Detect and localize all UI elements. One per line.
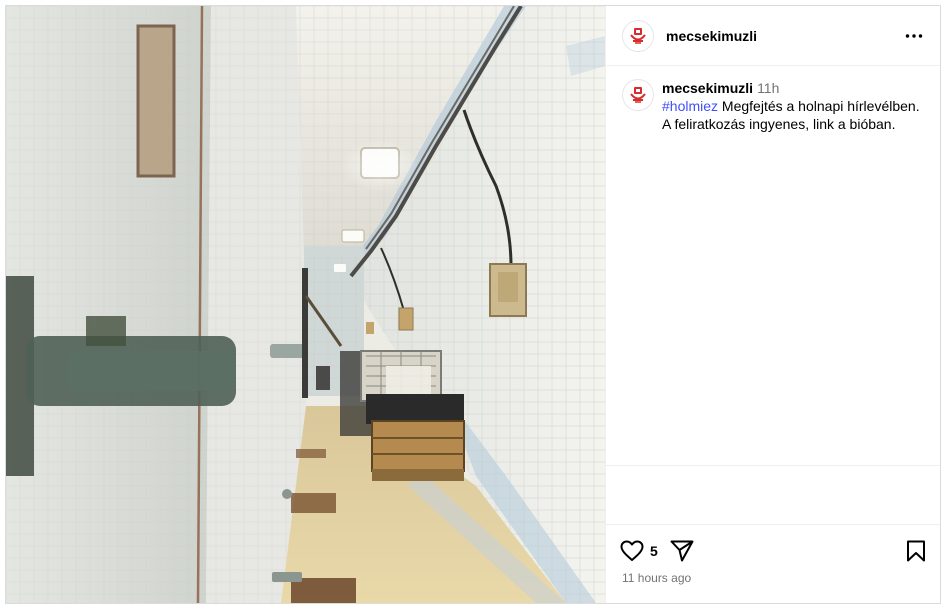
author-username[interactable]: mecsekimuzli — [666, 28, 757, 44]
caption-text: #holmiez Megfejtés a holnapi hírlevélben… — [662, 97, 924, 133]
action-bar: 5 11 hours ago — [606, 525, 940, 603]
post-time-ago[interactable]: 11 hours ago — [620, 571, 926, 585]
museum-logo-icon — [630, 87, 646, 103]
museum-logo-icon — [630, 27, 646, 44]
caption-body: mecsekimuzli 11h #holmiez Megfejtés a hol… — [662, 79, 924, 133]
caption-header-line: mecsekimuzli 11h — [662, 79, 924, 97]
more-options-button[interactable] — [902, 24, 926, 48]
tunnel-photo — [6, 6, 605, 603]
post-card: mecsekimuzli mecsekimuzli 11h #holmiez M… — [5, 5, 941, 604]
share-button[interactable] — [670, 540, 694, 562]
post-image[interactable] — [6, 6, 605, 603]
divider-band — [606, 466, 940, 525]
bookmark-icon — [907, 540, 925, 562]
save-button[interactable] — [906, 540, 926, 562]
like-count[interactable]: 5 — [650, 543, 658, 559]
post-header: mecsekimuzli — [606, 6, 940, 66]
caption: mecsekimuzli 11h #holmiez Megfejtés a hol… — [622, 79, 924, 133]
hashtag-link[interactable]: #holmiez — [662, 98, 718, 114]
more-horizontal-icon — [905, 33, 923, 38]
heart-icon — [620, 540, 644, 561]
action-row: 5 — [620, 535, 926, 567]
caption-timestamp[interactable]: 11h — [757, 80, 779, 96]
post-sidebar: mecsekimuzli mecsekimuzli 11h #holmiez M… — [605, 6, 940, 603]
caption-username[interactable]: mecsekimuzli — [662, 80, 753, 96]
comments-section: mecsekimuzli 11h #holmiez Megfejtés a hol… — [606, 66, 940, 466]
like-button[interactable] — [620, 540, 644, 562]
send-icon — [670, 540, 694, 562]
author-avatar[interactable] — [622, 19, 654, 52]
caption-avatar[interactable] — [622, 79, 654, 111]
